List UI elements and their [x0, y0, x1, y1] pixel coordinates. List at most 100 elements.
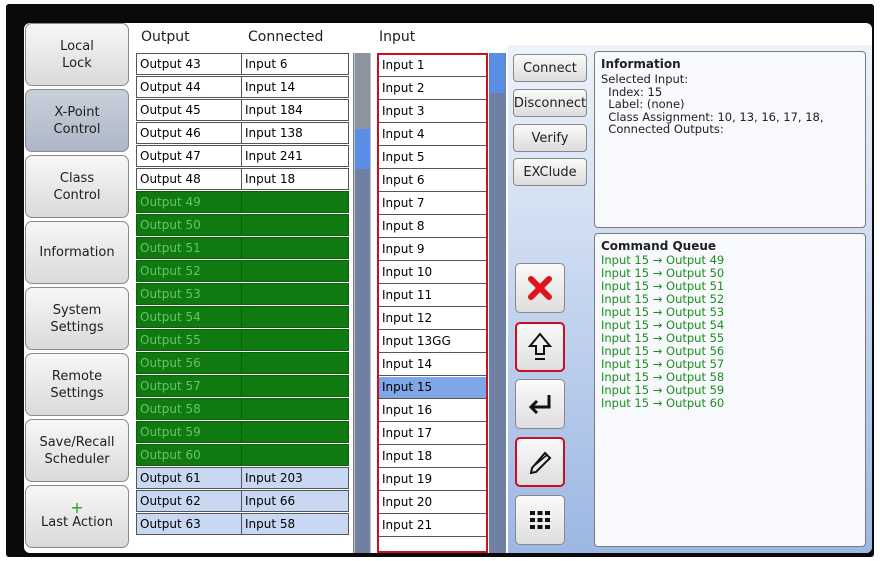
- delete-button[interactable]: [515, 263, 565, 313]
- nav-information-button[interactable]: Information: [25, 221, 129, 284]
- input-list-item[interactable]: Input 19: [379, 469, 486, 491]
- input-list-item[interactable]: Input 20: [379, 492, 486, 514]
- nav-label: Class: [59, 170, 95, 186]
- disconnect-button[interactable]: Disconnect: [513, 89, 587, 117]
- table-row[interactable]: Output 56: [136, 352, 353, 374]
- input-list-item[interactable]: Input 11: [379, 285, 486, 307]
- table-row[interactable]: Output 45 Input 184: [136, 99, 353, 121]
- edit-icon: [529, 451, 552, 475]
- table-row[interactable]: Output 59: [136, 421, 353, 443]
- table-row[interactable]: Output 54: [136, 306, 353, 328]
- table-row[interactable]: Output 52: [136, 260, 353, 282]
- output-cell: Output 44: [136, 76, 242, 98]
- output-column-header: Output: [141, 29, 190, 45]
- connected-cell: Input 138: [242, 122, 349, 144]
- input-list-item[interactable]: Input 5: [379, 147, 486, 169]
- command-queue-title: Command Queue: [601, 239, 717, 253]
- connected-cell: [242, 352, 349, 374]
- enter-button[interactable]: [515, 379, 565, 429]
- exclude-button[interactable]: EXClude: [513, 158, 587, 186]
- output-cell: Output 51: [136, 237, 242, 259]
- connected-cell: Input 66: [242, 490, 349, 512]
- input-list-item[interactable]: Input 14: [379, 354, 486, 376]
- table-row[interactable]: Output 43 Input 6: [136, 53, 353, 75]
- enter-icon: [528, 395, 551, 415]
- input-list-item[interactable]: Input 8: [379, 216, 486, 238]
- connected-cell: Input 6: [242, 53, 349, 75]
- edit-button[interactable]: [515, 437, 565, 487]
- command-queue-item[interactable]: Input 15 → Output 60: [595, 397, 865, 410]
- table-row[interactable]: Output 58: [136, 398, 353, 420]
- input-list-item[interactable]: Input 21: [379, 515, 486, 537]
- scroll-thumb[interactable]: [355, 129, 370, 169]
- output-cell: Output 62: [136, 490, 242, 512]
- table-row[interactable]: Output 62 Input 66: [136, 490, 353, 512]
- input-list-item[interactable]: Input 4: [379, 124, 486, 146]
- left-nav: Local Lock X-Point Control Class Control Infor…: [24, 23, 132, 553]
- input-list-item[interactable]: Input 7: [379, 193, 486, 215]
- table-row[interactable]: Output 46 Input 138: [136, 122, 353, 144]
- input-list-item[interactable]: Input 18: [379, 446, 486, 468]
- output-cell: Output 46: [136, 122, 242, 144]
- table-row[interactable]: Output 60: [136, 444, 353, 466]
- input-list: Input 1 Input 2 Input 3 Input 4 Input 5 Input…: [377, 53, 488, 553]
- nav-class-control-button[interactable]: Class Control: [25, 155, 129, 218]
- output-scrollbar[interactable]: [353, 53, 371, 553]
- connected-cell: [242, 260, 349, 282]
- table-row[interactable]: Output 51: [136, 237, 353, 259]
- device-frame: Local Lock X-Point Control Class Control Infor…: [6, 4, 874, 557]
- nav-last-action-button[interactable]: + Last Action: [25, 485, 129, 548]
- input-scrollbar[interactable]: [489, 53, 506, 553]
- input-list-item[interactable]: Input 3: [379, 101, 486, 123]
- connect-button[interactable]: Connect: [513, 54, 587, 82]
- output-cell: Output 58: [136, 398, 242, 420]
- nav-label: Lock: [62, 55, 92, 71]
- scroll-track: [355, 53, 370, 129]
- input-list-item[interactable]: Input 12: [379, 308, 486, 330]
- input-list-item[interactable]: Input 16: [379, 400, 486, 422]
- nav-save-recall-scheduler-button[interactable]: Save/Recall Scheduler: [25, 419, 129, 482]
- table-row[interactable]: Output 63 Input 58: [136, 513, 353, 535]
- table-row[interactable]: Output 49: [136, 191, 353, 213]
- nav-label: Settings: [50, 385, 104, 401]
- information-line: Label: (none): [601, 97, 685, 111]
- input-list-item[interactable]: Input 1: [379, 55, 486, 77]
- table-row[interactable]: Output 55: [136, 329, 353, 351]
- information-body: Selected Input: Index: 15 Label: (none) …: [595, 71, 865, 136]
- input-list-item[interactable]: Input 9: [379, 239, 486, 261]
- verify-button[interactable]: Verify: [513, 124, 587, 152]
- table-row[interactable]: Output 47 Input 241: [136, 145, 353, 167]
- nav-label: Last Action: [41, 515, 113, 530]
- connected-cell: [242, 444, 349, 466]
- input-list-item[interactable]: Input 2: [379, 78, 486, 100]
- connected-cell: [242, 398, 349, 420]
- table-row[interactable]: Output 50: [136, 214, 353, 236]
- table-row[interactable]: Output 57: [136, 375, 353, 397]
- output-cell: Output 49: [136, 191, 242, 213]
- nav-label: Save/Recall: [39, 434, 115, 450]
- information-panel: Information Selected Input: Index: 15 La…: [594, 51, 866, 228]
- output-cell: Output 55: [136, 329, 242, 351]
- nav-system-settings-button[interactable]: System Settings: [25, 287, 129, 350]
- keypad-button[interactable]: [515, 495, 565, 545]
- output-cell: Output 61: [136, 467, 242, 489]
- input-list-item[interactable]: Input 15: [379, 377, 486, 399]
- connected-cell: [242, 214, 349, 236]
- input-list-item[interactable]: Input 6: [379, 170, 486, 192]
- output-cell: Output 43: [136, 53, 242, 75]
- nav-x-point-control-button[interactable]: X-Point Control: [25, 89, 129, 152]
- input-list-item[interactable]: Input 10: [379, 262, 486, 284]
- upload-button[interactable]: [515, 322, 565, 372]
- nav-remote-settings-button[interactable]: Remote Settings: [25, 353, 129, 416]
- input-list-item[interactable]: Input 17: [379, 423, 486, 445]
- nav-local-lock-button[interactable]: Local Lock: [25, 23, 129, 86]
- table-row[interactable]: Output 44 Input 14: [136, 76, 353, 98]
- information-title: Information: [601, 57, 681, 71]
- output-cell: Output 53: [136, 283, 242, 305]
- scroll-thumb[interactable]: [490, 53, 505, 93]
- table-row[interactable]: Output 48 Input 18: [136, 168, 353, 190]
- input-list-item[interactable]: Input 13GG: [379, 331, 486, 353]
- connected-cell: Input 14: [242, 76, 349, 98]
- table-row[interactable]: Output 53: [136, 283, 353, 305]
- table-row[interactable]: Output 61 Input 203: [136, 467, 353, 489]
